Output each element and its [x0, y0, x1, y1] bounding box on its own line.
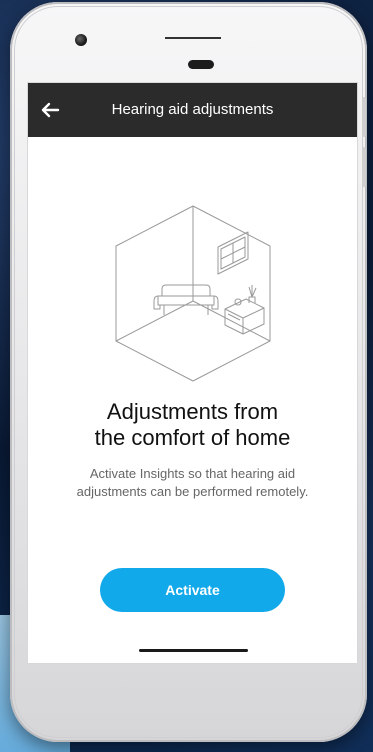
room-illustration	[115, 205, 271, 382]
front-camera	[75, 34, 87, 46]
app-screen: Hearing aid adjustments Adjustments from…	[27, 82, 358, 664]
volume-up-button	[362, 97, 366, 137]
app-bar: Hearing aid adjustments	[28, 83, 357, 137]
page-title: Hearing aid adjustments	[111, 101, 274, 118]
volume-down-button	[362, 147, 366, 187]
headline: Adjustments from the comfort of home	[94, 399, 291, 450]
activate-button[interactable]: Activate	[100, 568, 285, 612]
description-text: Activate Insights so that hearing aid ad…	[76, 466, 309, 499]
speaker-line	[165, 37, 221, 39]
home-indicator[interactable]	[139, 649, 248, 652]
earpiece	[188, 60, 214, 69]
